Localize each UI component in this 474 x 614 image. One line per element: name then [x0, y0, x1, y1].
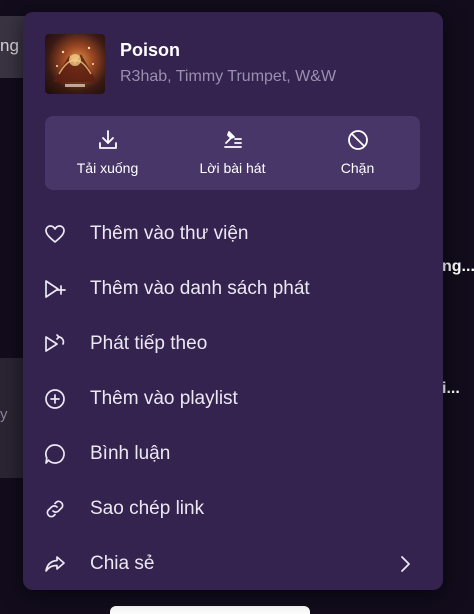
download-icon — [98, 130, 117, 149]
menu-item-comment[interactable]: Bình luận — [23, 429, 443, 479]
menu-item-play-next[interactable]: Phát tiếp theo — [23, 319, 443, 369]
lyrics-button[interactable]: Lời bài hát — [170, 116, 295, 190]
block-button[interactable]: Chặn — [295, 116, 420, 190]
menu-item-label: Sao chép link — [90, 498, 205, 519]
quick-actions: Tải xuống Lời bài hát Chặn — [45, 116, 420, 190]
chevron-right-icon — [401, 556, 410, 572]
track-artists[interactable]: R3hab, Timmy Trumpet, W&W — [120, 68, 336, 86]
heart-icon — [45, 225, 65, 243]
menu-item-label: Chia sẻ — [90, 553, 155, 574]
lyrics-label: Lời bài hát — [199, 160, 266, 176]
track-title: Poison — [120, 40, 181, 60]
comment-icon — [45, 444, 65, 464]
block-icon — [347, 130, 368, 150]
menu-item-label: Thêm vào danh sách phát — [90, 278, 310, 299]
background-search-text: ng — [0, 36, 19, 55]
menu-item-label: Bình luận — [90, 443, 171, 464]
menu-item-add-to-playlist[interactable]: Thêm vào playlist — [23, 374, 443, 424]
track-header: Poison R3hab, Timmy Trumpet, W&W — [45, 34, 425, 94]
menu-item-add-to-queue[interactable]: Thêm vào danh sách phát — [23, 264, 443, 314]
lyrics-icon — [223, 131, 242, 148]
menu-item-label: Thêm vào thư viện — [90, 223, 249, 244]
context-menu: Poison R3hab, Timmy Trumpet, W&W Tải xuố… — [23, 12, 443, 590]
menu-item-copy-link[interactable]: Sao chép link — [23, 484, 443, 534]
share-icon — [45, 556, 65, 572]
menu-item-label: Thêm vào playlist — [90, 388, 238, 409]
menu-item-label: Phát tiếp theo — [90, 333, 208, 354]
link-icon — [46, 500, 64, 518]
play-next-icon — [45, 334, 65, 352]
menu-item-share[interactable]: Chia sẻ — [23, 539, 443, 589]
background-title-fragment: ng... — [442, 258, 474, 275]
plus-circle-icon — [45, 389, 65, 409]
download-button[interactable]: Tải xuống — [45, 116, 170, 190]
menu-item-add-to-library[interactable]: Thêm vào thư viện — [23, 209, 443, 259]
background-bottom-bar — [110, 606, 310, 614]
background-title-fragment: i... — [442, 380, 460, 397]
album-cover — [45, 34, 105, 94]
background-card-text: y — [0, 406, 8, 423]
block-label: Chặn — [340, 160, 375, 176]
play-next-add-icon — [45, 280, 66, 298]
download-label: Tải xuống — [76, 160, 139, 176]
